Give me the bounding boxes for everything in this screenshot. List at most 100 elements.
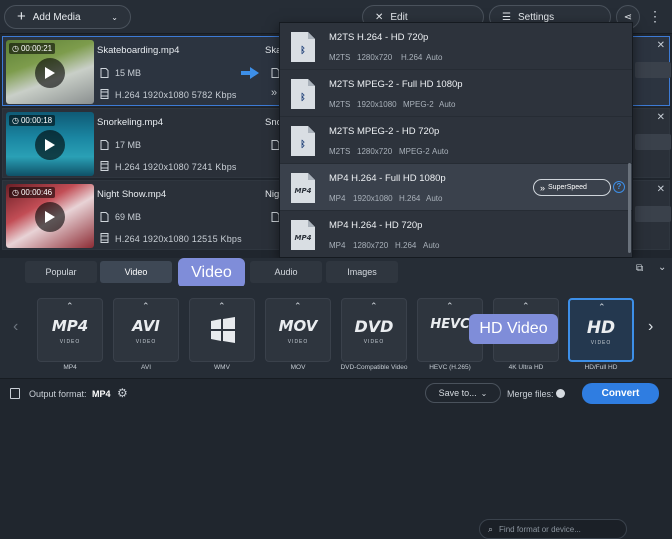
bluray-icon: ᛒ xyxy=(291,126,315,156)
output-settings-field[interactable] xyxy=(635,62,671,78)
callout-text: Video xyxy=(191,264,232,281)
preset-item[interactable]: ᛒ M2TS MPEG-2 - HD 720p M2TS 1280x720 MP… xyxy=(280,117,632,164)
preset-bitrate: Auto xyxy=(426,53,443,62)
superspeed-badge[interactable]: » SuperSpeed xyxy=(533,179,611,196)
format-logo-sub: VIDEO xyxy=(590,340,612,346)
tab-popular[interactable]: Popular xyxy=(25,261,97,283)
chevron-up-icon: ⌃ xyxy=(598,302,606,312)
superspeed-label: SuperSpeed xyxy=(548,184,587,191)
fast-forward-icon: » xyxy=(540,182,546,193)
format-logo-sub: VIDEO xyxy=(363,339,385,345)
tab-images[interactable]: Images xyxy=(326,261,398,283)
wrench-icon: ✕ xyxy=(375,11,384,23)
duration-badge: ◷ 00:00:21 xyxy=(9,43,56,54)
more-menu-icon[interactable]: ⋮ xyxy=(648,8,662,25)
remove-file-icon[interactable]: ✕ xyxy=(657,184,665,195)
preset-codec: H.264 xyxy=(399,194,421,203)
duration-text: 00:00:18 xyxy=(20,116,53,125)
play-button[interactable] xyxy=(35,130,65,160)
duration-badge: ◷ 00:00:46 xyxy=(9,187,56,198)
format-label: DVD-Compatible Video xyxy=(340,364,408,371)
video-thumbnail[interactable]: ◷ 00:00:18 xyxy=(6,112,94,176)
duration-text: 00:00:46 xyxy=(20,188,53,197)
preset-title: MP4 H.264 - Full HD 1080p xyxy=(329,173,446,184)
svg-text:MP4: MP4 xyxy=(295,187,312,195)
mp4-file-icon: MP4 xyxy=(291,220,315,250)
video-thumbnail[interactable]: ◷ 00:00:46 xyxy=(6,184,94,248)
chevron-up-icon: ⌃ xyxy=(66,301,74,311)
output-settings-field[interactable] xyxy=(635,134,671,150)
play-button[interactable] xyxy=(35,202,65,232)
file-icon xyxy=(100,68,109,78)
preset-resolution: 1280x720 xyxy=(357,53,393,62)
preset-title: M2TS H.264 - HD 720p xyxy=(329,32,429,43)
remove-file-icon[interactable]: ✕ xyxy=(657,40,665,51)
format-search-input[interactable]: ⌕ Find format or device... xyxy=(479,519,627,539)
preset-container: MP4 xyxy=(329,241,346,250)
preset-bitrate: Auto xyxy=(439,100,456,109)
output-format-value[interactable]: MP4 xyxy=(92,389,111,399)
dropdown-scrollbar[interactable] xyxy=(628,163,631,253)
plus-icon: + xyxy=(17,8,26,25)
scroll-left-icon[interactable]: ‹ xyxy=(13,318,18,336)
svg-text:ᛒ: ᛒ xyxy=(300,139,305,150)
tab-audio[interactable]: Audio xyxy=(250,261,322,283)
format-logo: HD xyxy=(586,318,616,338)
format-mp4[interactable]: ⌃ MP4 VIDEO xyxy=(37,298,103,362)
output-file-name: Nig xyxy=(265,189,280,200)
convert-button[interactable]: Convert xyxy=(582,383,659,404)
search-placeholder: Find format or device... xyxy=(499,524,581,534)
preset-item[interactable]: ᛒ M2TS MPEG-2 - Full HD 1080p M2TS 1920x… xyxy=(280,70,632,117)
save-to-button[interactable]: Save to... ⌄ xyxy=(425,383,501,403)
settings-label: Settings xyxy=(517,11,555,23)
format-avi[interactable]: ⌃ AVI VIDEO xyxy=(113,298,179,362)
play-icon xyxy=(45,211,55,223)
device-detect-icon[interactable]: ⧉ xyxy=(636,263,652,279)
collapse-chevron-icon[interactable]: ⌄ xyxy=(658,262,666,273)
chevron-up-icon: ⌃ xyxy=(218,301,226,311)
format-hd[interactable]: ⌃ HD VIDEO xyxy=(568,298,634,362)
video-callout: Video xyxy=(178,258,245,288)
fast-forward-icon: » xyxy=(271,87,278,99)
format-mov[interactable]: ⌃ MOV VIDEO xyxy=(265,298,331,362)
save-to-label: Save to... xyxy=(438,388,477,398)
file-name: Night Show.mp4 xyxy=(97,189,167,200)
output-settings-field[interactable] xyxy=(635,206,671,222)
preset-item[interactable]: ᛒ M2TS H.264 - HD 720p M2TS 1280x720 H.2… xyxy=(280,23,632,70)
output-file-icon xyxy=(10,388,20,399)
help-icon[interactable]: ? xyxy=(613,181,625,193)
preset-dropdown: ᛒ M2TS H.264 - HD 720p M2TS 1280x720 H.2… xyxy=(279,22,633,258)
share-icon: ⋖ xyxy=(623,11,633,23)
preset-item[interactable]: MP4 MP4 H.264 - HD 720p MP4 1280x720 H.2… xyxy=(280,211,632,257)
file-size: 69 MB xyxy=(115,212,142,222)
clock-icon: ◷ xyxy=(12,188,19,197)
preset-bitrate: Auto xyxy=(423,241,440,250)
chevron-up-icon: ⌃ xyxy=(446,301,454,311)
remove-file-icon[interactable]: ✕ xyxy=(657,112,665,123)
video-thumbnail[interactable]: ◷ 00:00:21 xyxy=(6,40,94,104)
mp4-file-icon: MP4 xyxy=(291,173,315,203)
format-strip: ‹ › ⌃ MP4 VIDEO MP4 ⌃ AVI VIDEO AVI ⌃ WMV ⌃ M… xyxy=(0,286,672,378)
tab-label: Popular xyxy=(45,267,77,277)
file-icon xyxy=(100,140,109,150)
format-dvd[interactable]: ⌃ DVD VIDEO xyxy=(341,298,407,362)
gear-icon[interactable]: ⚙ xyxy=(117,386,128,400)
tab-label: Images xyxy=(347,267,377,277)
preset-codec: H.264 xyxy=(395,241,417,250)
chevron-down-icon: ⌄ xyxy=(111,12,118,22)
preset-item-selected[interactable]: MP4 MP4 H.264 - Full HD 1080p MP4 1920x1… xyxy=(280,164,632,211)
play-button[interactable] xyxy=(35,58,65,88)
tab-label: Video xyxy=(124,267,148,277)
merge-files-toggle[interactable] xyxy=(556,389,565,398)
film-icon xyxy=(100,161,109,171)
file-size: 15 MB xyxy=(115,68,142,78)
clock-icon: ◷ xyxy=(12,116,19,125)
format-logo: AVI xyxy=(132,317,160,335)
format-label: HD/Full HD xyxy=(584,364,618,371)
duration-text: 00:00:21 xyxy=(20,44,53,53)
tab-video[interactable]: Video xyxy=(100,261,172,283)
scroll-right-icon[interactable]: › xyxy=(648,318,653,336)
format-wmv[interactable]: ⌃ xyxy=(189,298,255,362)
convert-label: Convert xyxy=(601,388,640,399)
add-media-button[interactable]: + Add Media ⌄ xyxy=(4,5,131,29)
